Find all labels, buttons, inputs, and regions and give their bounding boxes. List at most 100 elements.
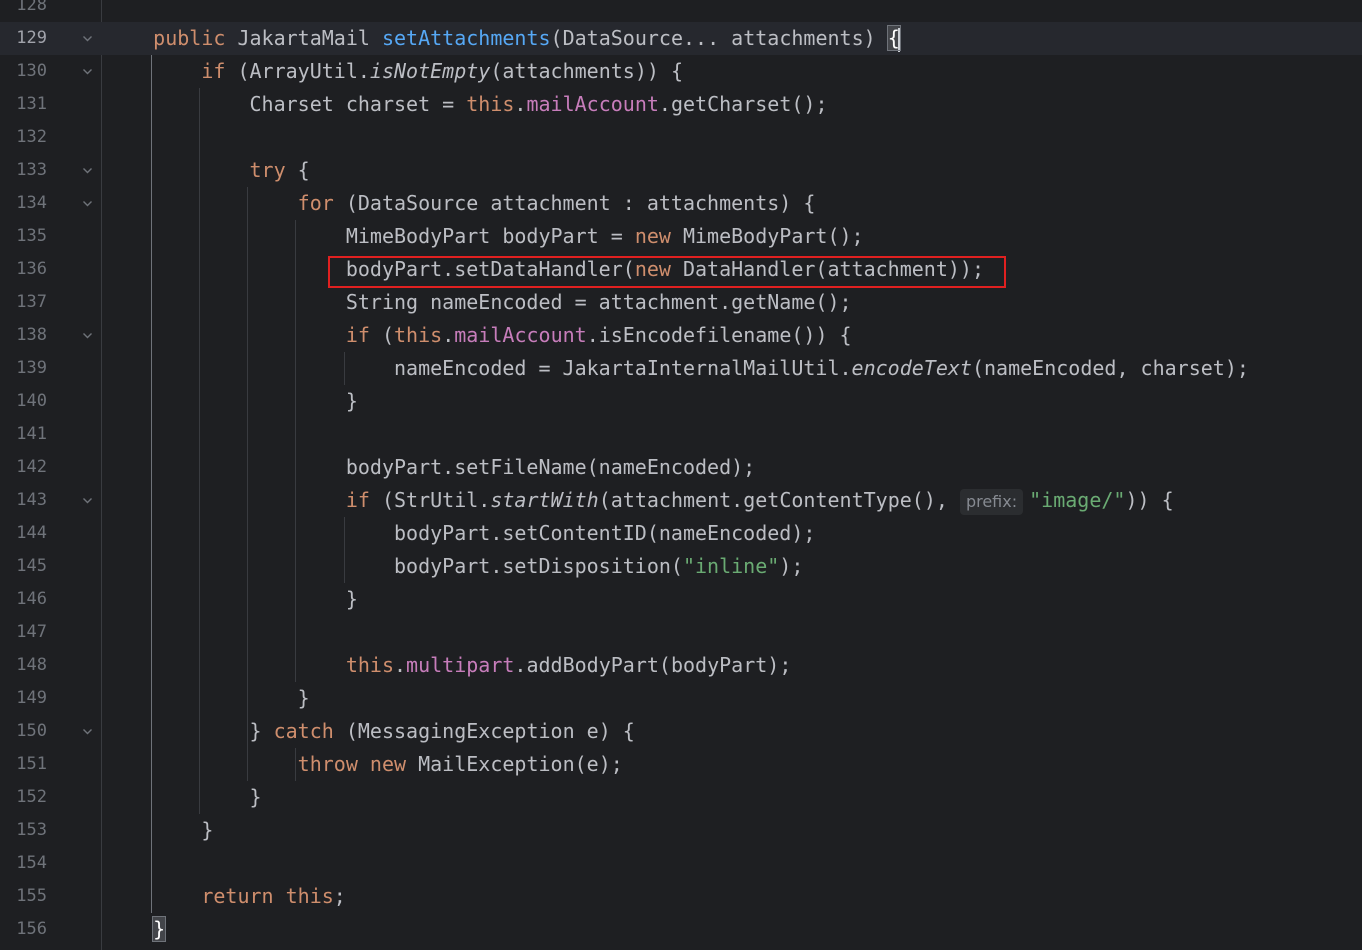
line-number: 135 (16, 226, 47, 246)
code-line[interactable]: 140 } (0, 385, 1362, 418)
fold-chevron-icon[interactable] (82, 33, 93, 44)
code-text: } (105, 785, 262, 809)
code-editor[interactable]: 128 129 public JakartaMail setAttachments… (0, 0, 1362, 950)
code-line[interactable]: 143 if (StrUtil.startWith(attachment.get… (0, 484, 1362, 517)
code-line[interactable]: 132 (0, 121, 1362, 154)
fold-chevron-icon[interactable] (82, 165, 93, 176)
fold-chevron-icon[interactable] (82, 198, 93, 209)
line-number: 156 (16, 919, 47, 939)
code-line[interactable]: 148 this.multipart.addBodyPart(bodyPart)… (0, 649, 1362, 682)
line-number: 150 (16, 721, 47, 741)
line-number: 154 (16, 853, 47, 873)
fold-chevron-icon[interactable] (82, 726, 93, 737)
code-text: throw new MailException(e); (297, 752, 623, 776)
code-text: MimeBodyPart bodyPart = new MimeBodyPart… (105, 224, 864, 248)
code-text: bodyPart.setFileName(nameEncoded); (105, 455, 756, 479)
code-line[interactable]: 130 if (ArrayUtil.isNotEmpty(attachments… (0, 55, 1362, 88)
fold-chevron-icon[interactable] (82, 330, 93, 341)
code-text: if (this.mailAccount.isEncodefilename())… (345, 323, 852, 347)
text-caret (897, 27, 900, 52)
parameter-hint: prefix: (959, 489, 1024, 515)
line-number: 136 (16, 259, 47, 279)
line-number: 149 (16, 688, 47, 708)
code-line[interactable]: 153 } (0, 814, 1362, 847)
line-number: 146 (16, 589, 47, 609)
line-number: 153 (16, 820, 47, 840)
code-text: nameEncoded = JakartaInternalMailUtil.en… (105, 356, 1249, 380)
fold-chevron-icon[interactable] (82, 66, 93, 77)
code-text: if (StrUtil.startWith(attachment.getCont… (105, 484, 1174, 517)
code-line[interactable]: 155 return this; (0, 880, 1362, 913)
line-number: 138 (16, 325, 47, 345)
code-line[interactable]: 145 bodyPart.setDisposition("inline"); (0, 550, 1362, 583)
line-number: 132 (16, 127, 47, 147)
line-number: 141 (16, 424, 47, 444)
code-text: } (105, 389, 358, 413)
code-text: } (105, 686, 310, 710)
code-text: this.multipart.addBodyPart(bodyPart); (345, 653, 792, 677)
matched-brace: } (152, 916, 167, 942)
line-number: 151 (16, 754, 47, 774)
code-text: String nameEncoded = attachment.getName(… (105, 290, 852, 314)
code-line[interactable]: 136 bodyPart.setDataHandler(new DataHand… (0, 253, 1362, 286)
code-line[interactable]: 144 bodyPart.setContentID(nameEncoded); (0, 517, 1362, 550)
indent-guide (344, 352, 345, 385)
code-text: return this; (201, 884, 346, 908)
code-line[interactable]: 142 bodyPart.setFileName(nameEncoded); (0, 451, 1362, 484)
code-line[interactable]: 146 } (0, 583, 1362, 616)
code-text: } (105, 587, 358, 611)
code-line[interactable]: 134 for (DataSource attachment : attachm… (0, 187, 1362, 220)
line-number: 137 (16, 292, 47, 312)
line-number: 131 (16, 94, 47, 114)
code-line[interactable]: 152 } (0, 781, 1362, 814)
line-number: 129 (16, 28, 47, 48)
indent-guide (151, 55, 152, 913)
code-text: bodyPart.setContentID(nameEncoded); (105, 521, 816, 545)
line-number: 143 (16, 490, 47, 510)
line-number: 142 (16, 457, 47, 477)
code-line[interactable]: 150 } catch (MessagingException e) { (0, 715, 1362, 748)
code-text: for (DataSource attachment : attachments… (297, 191, 816, 215)
code-text: Charset charset = this.mailAccount.getCh… (105, 92, 828, 116)
line-number: 140 (16, 391, 47, 411)
line-number: 145 (16, 556, 47, 576)
indent-guide (247, 187, 248, 781)
code-text: } catch (MessagingException e) { (105, 719, 635, 743)
code-line[interactable]: 137 String nameEncoded = attachment.getN… (0, 286, 1362, 319)
indent-guide (295, 220, 296, 682)
code-text: } (105, 913, 167, 946)
code-line[interactable]: 139 nameEncoded = JakartaInternalMailUti… (0, 352, 1362, 385)
line-number: 128 (16, 0, 47, 15)
code-text: try { (249, 158, 310, 182)
code-line[interactable]: 133 try { (0, 154, 1362, 187)
code-text: if (ArrayUtil.isNotEmpty(attachments)) { (201, 59, 683, 83)
indent-guide (199, 88, 200, 814)
line-number: 133 (16, 160, 47, 180)
line-number: 144 (16, 523, 47, 543)
line-number: 148 (16, 655, 47, 675)
code-line[interactable]: 135 MimeBodyPart bodyPart = new MimeBody… (0, 220, 1362, 253)
indent-guide (344, 517, 345, 583)
fold-chevron-icon[interactable] (82, 495, 93, 506)
code-text: public JakartaMail setAttachments(DataSo… (153, 25, 901, 52)
code-line[interactable]: 149 } (0, 682, 1362, 715)
code-line[interactable]: 129 public JakartaMail setAttachments(Da… (0, 22, 1362, 55)
code-line[interactable]: 154 (0, 847, 1362, 880)
code-text: bodyPart.setDataHandler(new DataHandler(… (105, 257, 985, 281)
code-line[interactable]: 147 (0, 616, 1362, 649)
code-line[interactable]: 141 (0, 418, 1362, 451)
code-line[interactable]: 131 Charset charset = this.mailAccount.g… (0, 88, 1362, 121)
code-line[interactable]: 156 } (0, 913, 1362, 946)
indent-guide (295, 748, 296, 781)
code-text: } (105, 818, 214, 842)
line-number: 130 (16, 61, 47, 81)
code-line[interactable]: 128 (0, 0, 1362, 22)
line-number: 134 (16, 193, 47, 213)
code-line[interactable]: 151 throw new MailException(e); (0, 748, 1362, 781)
line-number: 155 (16, 886, 47, 906)
code-text: bodyPart.setDisposition("inline"); (105, 554, 804, 578)
code-line[interactable]: 138 if (this.mailAccount.isEncodefilenam… (0, 319, 1362, 352)
line-number: 147 (16, 622, 47, 642)
line-number: 139 (16, 358, 47, 378)
line-number: 152 (16, 787, 47, 807)
